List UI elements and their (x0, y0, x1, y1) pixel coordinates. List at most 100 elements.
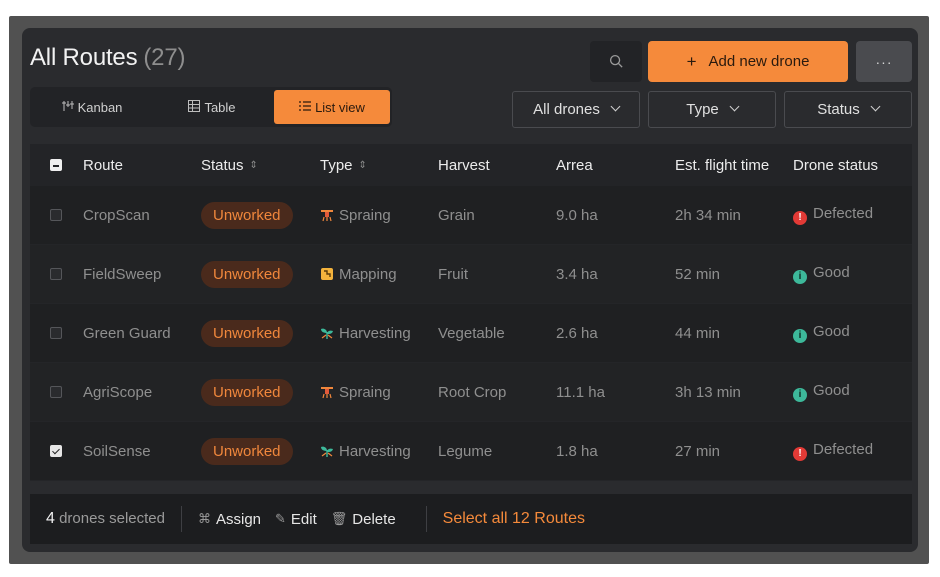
flight-time-cell: 3h 13 min (675, 383, 741, 401)
route-name[interactable]: CropScan (83, 207, 150, 224)
spraying-drone-icon (320, 385, 334, 399)
select-all-routes-link[interactable]: Select all 12 Routes (443, 510, 585, 528)
column-status[interactable]: Status ⇕ (201, 157, 258, 174)
add-new-drone-label: Add new drone (708, 53, 810, 70)
drone-status-cell: i Good (793, 323, 850, 343)
filter-type-label: Type (686, 101, 719, 118)
sort-icon[interactable]: ⇕ (250, 160, 258, 170)
view-tab-list[interactable]: List view (274, 90, 390, 124)
flight-time-cell: 27 min (675, 442, 721, 460)
assign-button[interactable]: ⌘ Assign (198, 511, 261, 528)
drone-status-label: Good (813, 323, 850, 340)
search-button[interactable] (590, 41, 642, 82)
status-badge: Unworked (201, 378, 293, 406)
flight-time-cell: 52 min (675, 265, 721, 283)
delete-button[interactable]: 🗑︎ Delete (331, 511, 396, 528)
table-row[interactable]: SoilSense Unworked Harvesting Legume 1.8… (30, 422, 912, 481)
flight-time-cell: 44 min (675, 324, 721, 342)
table-row[interactable]: Green Guard Unworked Harvesting Vegetabl… (30, 304, 912, 363)
route-name[interactable]: SoilSense (83, 443, 151, 460)
info-icon: i (793, 388, 807, 402)
status-cell: Unworked (201, 260, 293, 288)
alert-icon: ! (793, 447, 807, 461)
spraying-drone-icon (320, 208, 334, 222)
table-row[interactable]: FieldSweep Unworked Mapping Fruit 3.4 ha… (30, 245, 912, 304)
page-title: All Routes (27) (30, 44, 185, 72)
more-icon: ··· (875, 53, 893, 70)
column-area: Arrea (556, 157, 593, 174)
type-label: Harvesting (339, 442, 411, 460)
edit-button[interactable]: ✎ Edit (275, 511, 317, 528)
column-flight-time-label: Est. flight time (675, 156, 770, 174)
row-checkbox-cell[interactable] (30, 209, 82, 221)
delete-label: Delete (352, 510, 396, 528)
sort-icon[interactable]: ⇕ (359, 160, 367, 170)
sprout-icon (320, 326, 334, 340)
column-route: Route (83, 157, 123, 174)
filter-type[interactable]: Type (648, 91, 776, 128)
view-tab-table-label: Table (204, 99, 236, 115)
area-cell: 3.4 ha (556, 265, 598, 283)
row-checkbox[interactable] (50, 327, 62, 339)
row-checkbox[interactable] (50, 268, 62, 280)
type-cell: Spraing (320, 384, 391, 401)
more-options-button[interactable]: ··· (856, 41, 912, 82)
table-row[interactable]: AgriScope Unworked Spraing Root Crop 11.… (30, 363, 912, 422)
filter-status[interactable]: Status (784, 91, 912, 128)
view-tab-table[interactable]: Table (154, 90, 270, 124)
route-name[interactable]: AgriScope (83, 384, 152, 401)
route-name[interactable]: FieldSweep (83, 266, 161, 283)
routes-panel: All Routes (27) + Add new drone ··· Kanba… (22, 28, 918, 552)
row-checkbox-cell[interactable] (30, 268, 82, 280)
view-tab-kanban[interactable]: Kanban (34, 90, 150, 124)
pencil-icon: ✎ (275, 511, 286, 526)
drone-status-label: Defected (813, 205, 874, 222)
drone-status-cell: i Good (793, 264, 850, 284)
column-type-label: Type (320, 156, 353, 174)
status-cell: Unworked (201, 319, 293, 347)
filter-all-drones[interactable]: All drones (512, 91, 640, 128)
row-checkbox-cell[interactable] (30, 386, 82, 398)
type-cell: Harvesting (320, 325, 411, 342)
row-checkbox[interactable] (50, 209, 62, 221)
status-badge: Unworked (201, 319, 293, 347)
row-checkbox[interactable] (50, 386, 62, 398)
page-title-text: All Routes (30, 44, 138, 71)
route-name[interactable]: Green Guard (83, 325, 171, 342)
trash-icon: 🗑︎ (330, 511, 348, 526)
type-cell: Spraing (320, 207, 391, 224)
drone-status-label: Good (813, 382, 850, 399)
status-cell: Unworked (201, 437, 293, 465)
row-checkbox-cell[interactable] (30, 445, 82, 457)
type-label: Spraing (339, 383, 391, 401)
selected-count: 4 (46, 510, 55, 527)
assign-icon: ⌘ (197, 511, 211, 526)
view-tab-kanban-label: Kanban (77, 99, 123, 115)
add-new-drone-button[interactable]: + Add new drone (648, 41, 848, 82)
chevron-down-icon (870, 101, 881, 112)
harvest-cell: Fruit (438, 265, 468, 283)
type-cell: Mapping (320, 266, 397, 283)
column-type[interactable]: Type ⇕ (320, 157, 367, 174)
select-all-checkbox-cell[interactable] (30, 159, 82, 171)
view-tab-list-label: List view (315, 99, 365, 115)
area-cell: 9.0 ha (556, 206, 598, 224)
info-icon: i (793, 329, 807, 343)
kanban-icon (61, 100, 74, 115)
route-count: (27) (143, 44, 186, 71)
assign-label: Assign (215, 510, 262, 528)
row-checkbox-cell[interactable] (30, 327, 82, 339)
divider (180, 506, 182, 532)
type-label: Spraing (339, 206, 391, 224)
select-all-checkbox[interactable] (50, 159, 62, 171)
plus-icon: + (686, 51, 697, 71)
drone-status-cell: i Good (793, 382, 850, 402)
routes-table: Route Status ⇕ Type ⇕ Harvest Arrea Est. f… (30, 144, 912, 481)
column-harvest: Harvest (438, 157, 490, 174)
divider (425, 506, 427, 532)
row-checkbox[interactable] (50, 445, 62, 457)
table-row[interactable]: CropScan Unworked Spraing Grain 9.0 ha 2… (30, 186, 912, 245)
map-icon (320, 267, 334, 281)
status-badge: Unworked (201, 437, 293, 465)
drone-status-cell: ! Defected (793, 205, 873, 225)
